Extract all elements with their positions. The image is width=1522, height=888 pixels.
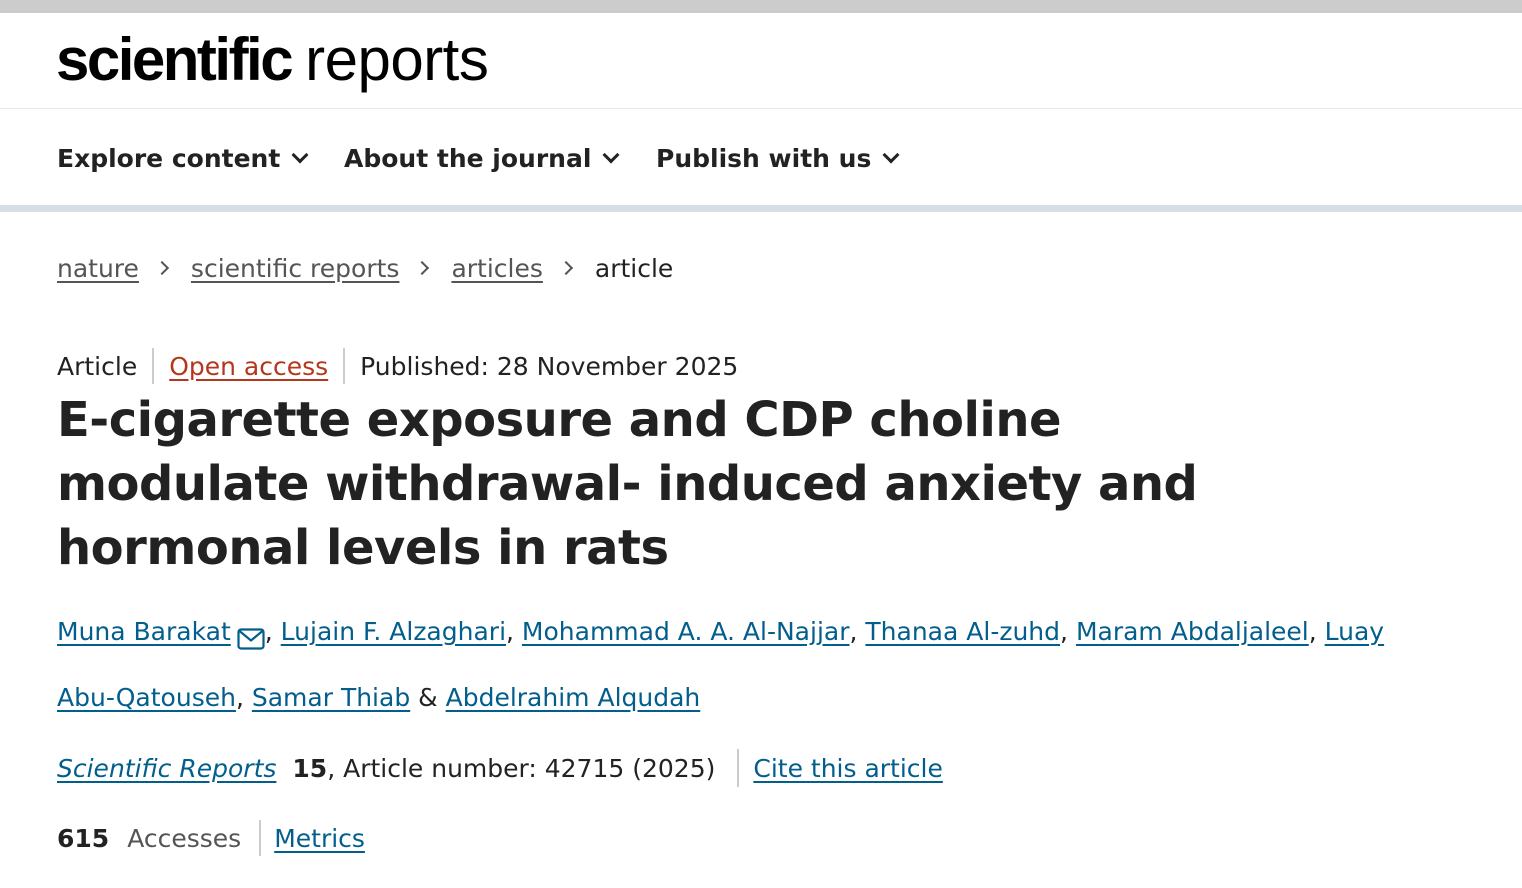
masthead: scientific reports	[0, 13, 1522, 109]
nav-explore-content[interactable]: Explore content	[57, 141, 309, 175]
top-strip	[0, 0, 1522, 13]
published-date: Published: 28 November 2025	[360, 351, 739, 381]
author-separator: ,	[264, 617, 273, 646]
author-link[interactable]: Abdelrahim Alqudah	[446, 683, 701, 712]
nav-explore-content-label: Explore content	[57, 143, 281, 173]
breadcrumb-link-nature[interactable]: nature	[57, 254, 139, 283]
author-link[interactable]: Lujain F. Alzaghari	[281, 617, 506, 646]
cite-this-article-link[interactable]: Cite this article	[753, 754, 943, 783]
open-access-link[interactable]: Open access	[169, 352, 328, 381]
volume-number: 15	[292, 753, 328, 783]
logo-bold-text: scientific	[56, 26, 294, 93]
breadcrumb-link-articles[interactable]: articles	[451, 254, 542, 283]
nav-about-the-journal[interactable]: About the journal	[344, 141, 620, 175]
logo-light-text: reports	[305, 26, 489, 93]
breadcrumb-link-scientific-reports[interactable]: scientific reports	[191, 254, 400, 283]
chevron-down-icon	[291, 146, 309, 163]
chevron-down-icon	[602, 146, 620, 163]
author-separator: ,	[1308, 617, 1317, 646]
breadcrumb: nature scientific reports articles artic…	[57, 248, 673, 288]
author-link[interactable]: Mohammad A. A. Al-Najjar	[522, 617, 850, 646]
author-separator: ,	[1060, 617, 1068, 646]
author-link[interactable]: Muna Barakat	[57, 617, 231, 646]
chevron-right-icon	[154, 260, 169, 276]
chevron-down-icon	[882, 146, 900, 163]
author-link[interactable]: Samar Thiab	[252, 683, 410, 712]
journal-link[interactable]: Scientific Reports	[57, 754, 276, 783]
meta-divider	[343, 348, 346, 384]
main-nav: Explore content About the journal Publis…	[0, 109, 1522, 205]
author-separator: ,	[235, 683, 244, 712]
author-link[interactable]: Maram Abdaljaleel	[1076, 617, 1309, 646]
chevron-right-icon	[415, 260, 430, 276]
citation-divider	[737, 749, 740, 787]
nav-divider	[0, 205, 1522, 212]
accesses-label: Accesses	[127, 823, 242, 853]
author-separator: ,	[849, 617, 858, 646]
article-meta: Article Open access Published: 28 Novemb…	[57, 346, 738, 386]
envelope-icon[interactable]	[237, 614, 265, 670]
accesses-count: 615	[57, 823, 110, 853]
article-title: E-cigarette exposure and CDP choline mod…	[57, 392, 1198, 576]
article-number: , Article number: 42715 (2025)	[327, 753, 716, 783]
breadcrumb-current: article	[594, 253, 674, 283]
journal-logo[interactable]: scientific reports	[56, 25, 489, 95]
nav-publish-with-us-label: Publish with us	[656, 143, 872, 173]
author-link[interactable]: Thanaa Al-zuhd	[865, 617, 1060, 646]
article-type: Article	[57, 351, 138, 381]
nav-publish-with-us[interactable]: Publish with us	[656, 141, 900, 175]
chevron-right-icon	[558, 260, 573, 276]
metrics-divider	[259, 820, 262, 856]
metrics-link[interactable]: Metrics	[274, 824, 365, 853]
citation-row: Scientific Reports 15 , Article number: …	[57, 748, 943, 788]
author-separator: ,	[506, 617, 514, 646]
nav-about-the-journal-label: About the journal	[344, 143, 592, 173]
meta-divider	[152, 348, 155, 384]
metrics-row: 615 Accesses Metrics	[57, 818, 365, 858]
author-final-separator: &	[418, 683, 438, 712]
author-list: Muna Barakat, Lujain F. Alzaghari, Moham…	[57, 604, 1397, 726]
